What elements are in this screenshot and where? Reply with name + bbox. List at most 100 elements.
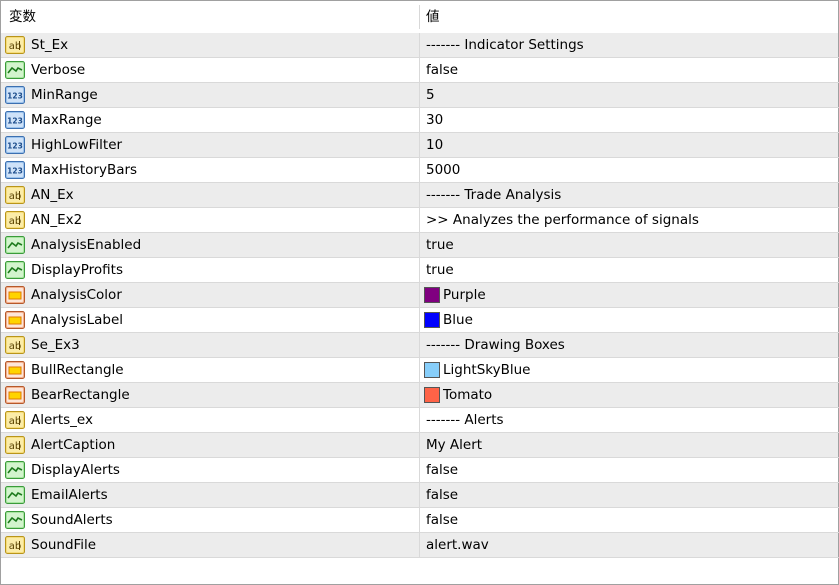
string-icon: ab xyxy=(5,36,25,54)
value-cell[interactable]: false xyxy=(419,58,839,83)
variable-value: Blue xyxy=(443,312,473,328)
table-row[interactable]: EmailAlerts false xyxy=(1,483,839,508)
table-row[interactable]: 123 MaxHistoryBars 5000 xyxy=(1,158,839,183)
value-cell[interactable]: 30 xyxy=(419,108,839,133)
string-icon: ab xyxy=(5,411,25,429)
variable-value: LightSkyBlue xyxy=(443,362,531,378)
color-icon xyxy=(5,361,25,379)
table-row[interactable]: 123 MaxRange 30 xyxy=(1,108,839,133)
variable-name: AN_Ex xyxy=(31,187,74,203)
variable-cell: AnalysisEnabled xyxy=(1,233,419,258)
variable-cell: ab Alerts_ex xyxy=(1,408,419,433)
color-icon xyxy=(5,386,25,404)
int-icon: 123 xyxy=(5,161,25,179)
bool-icon xyxy=(5,511,25,529)
inputs-table: 変数 値 ab St_Ex ------- Indicator Settings Ve… xyxy=(0,0,839,585)
variable-name: BearRectangle xyxy=(31,387,130,403)
value-cell[interactable]: true xyxy=(419,258,839,283)
variable-cell: 123 MaxHistoryBars xyxy=(1,158,419,183)
variable-value: false xyxy=(426,487,459,503)
value-cell[interactable]: Tomato xyxy=(419,383,839,408)
svg-text:123: 123 xyxy=(7,117,23,126)
variable-cell: 123 MaxRange xyxy=(1,108,419,133)
value-cell[interactable]: ------- Indicator Settings xyxy=(419,33,839,58)
variable-cell: ab Se_Ex3 xyxy=(1,333,419,358)
variable-value: alert.wav xyxy=(426,537,489,553)
value-cell[interactable]: false xyxy=(419,458,839,483)
variable-value: ------- Trade Analysis xyxy=(426,187,562,203)
color-swatch xyxy=(424,362,440,378)
table-row[interactable]: ab AlertCaption My Alert xyxy=(1,433,839,458)
variable-name: Se_Ex3 xyxy=(31,337,80,353)
table-row[interactable]: ab St_Ex ------- Indicator Settings xyxy=(1,33,839,58)
table-row[interactable]: ab Se_Ex3 ------- Drawing Boxes xyxy=(1,333,839,358)
variable-value: true xyxy=(426,237,454,253)
value-cell[interactable]: ------- Alerts xyxy=(419,408,839,433)
variable-name: St_Ex xyxy=(31,37,69,53)
table-row[interactable]: ab SoundFile alert.wav xyxy=(1,533,839,558)
table-row[interactable]: AnalysisLabel Blue xyxy=(1,308,839,333)
variable-value: ------- Indicator Settings xyxy=(426,37,584,53)
value-cell[interactable]: ------- Drawing Boxes xyxy=(419,333,839,358)
variable-name: AnalysisEnabled xyxy=(31,237,142,253)
variable-cell: ab AlertCaption xyxy=(1,433,419,458)
value-cell[interactable]: LightSkyBlue xyxy=(419,358,839,383)
header-variable[interactable]: 変数 xyxy=(9,1,36,33)
variable-value: true xyxy=(426,262,454,278)
variable-cell: DisplayAlerts xyxy=(1,458,419,483)
table-row[interactable]: BearRectangle Tomato xyxy=(1,383,839,408)
svg-text:123: 123 xyxy=(7,92,23,101)
variable-name: DisplayAlerts xyxy=(31,462,120,478)
value-cell[interactable]: 10 xyxy=(419,133,839,158)
table-row[interactable]: DisplayAlerts false xyxy=(1,458,839,483)
color-icon xyxy=(5,311,25,329)
variable-name: AnalysisColor xyxy=(31,287,122,303)
variable-name: SoundFile xyxy=(31,537,97,553)
table-row[interactable]: ab Alerts_ex ------- Alerts xyxy=(1,408,839,433)
variable-value: My Alert xyxy=(426,437,483,453)
variable-value: false xyxy=(426,512,459,528)
header-value[interactable]: 値 xyxy=(426,1,440,33)
color-swatch xyxy=(424,387,440,403)
value-cell[interactable]: 5 xyxy=(419,83,839,108)
variable-name: AnalysisLabel xyxy=(31,312,124,328)
svg-text:123: 123 xyxy=(7,142,23,151)
table-row[interactable]: BullRectangle LightSkyBlue xyxy=(1,358,839,383)
table-row[interactable]: Verbose false xyxy=(1,58,839,83)
value-cell[interactable]: >> Analyzes the performance of signals xyxy=(419,208,839,233)
table-row[interactable]: AnalysisColor Purple xyxy=(1,283,839,308)
value-cell[interactable]: Blue xyxy=(419,308,839,333)
value-cell[interactable]: true xyxy=(419,233,839,258)
variable-cell: 123 HighLowFilter xyxy=(1,133,419,158)
value-cell[interactable]: My Alert xyxy=(419,433,839,458)
variable-value: false xyxy=(426,62,459,78)
table-row[interactable]: ab AN_Ex2 >> Analyzes the performance of s… xyxy=(1,208,839,233)
value-cell[interactable]: false xyxy=(419,508,839,533)
table-row[interactable]: SoundAlerts false xyxy=(1,508,839,533)
variable-value: >> Analyzes the performance of signals xyxy=(426,212,699,228)
value-cell[interactable]: ------- Trade Analysis xyxy=(419,183,839,208)
variable-cell: AnalysisColor xyxy=(1,283,419,308)
table-row[interactable]: 123 MinRange 5 xyxy=(1,83,839,108)
table-row[interactable]: ab AN_Ex ------- Trade Analysis xyxy=(1,183,839,208)
value-cell[interactable]: Purple xyxy=(419,283,839,308)
table-row[interactable]: AnalysisEnabled true xyxy=(1,233,839,258)
value-cell[interactable]: false xyxy=(419,483,839,508)
string-icon: ab xyxy=(5,186,25,204)
value-cell[interactable]: 5000 xyxy=(419,158,839,183)
variable-name: MinRange xyxy=(31,87,98,103)
value-cell[interactable]: alert.wav xyxy=(419,533,839,558)
table-row[interactable]: DisplayProfits true xyxy=(1,258,839,283)
variable-name: EmailAlerts xyxy=(31,487,108,503)
color-swatch xyxy=(424,312,440,328)
variable-cell: 123 MinRange xyxy=(1,83,419,108)
variable-cell: SoundAlerts xyxy=(1,508,419,533)
header-divider[interactable] xyxy=(419,5,420,29)
variable-value: Purple xyxy=(443,287,486,303)
int-icon: 123 xyxy=(5,136,25,154)
table-row[interactable]: 123 HighLowFilter 10 xyxy=(1,133,839,158)
string-icon: ab xyxy=(5,336,25,354)
variable-value: Tomato xyxy=(443,387,493,403)
string-icon: ab xyxy=(5,536,25,554)
variable-value: ------- Alerts xyxy=(426,412,504,428)
